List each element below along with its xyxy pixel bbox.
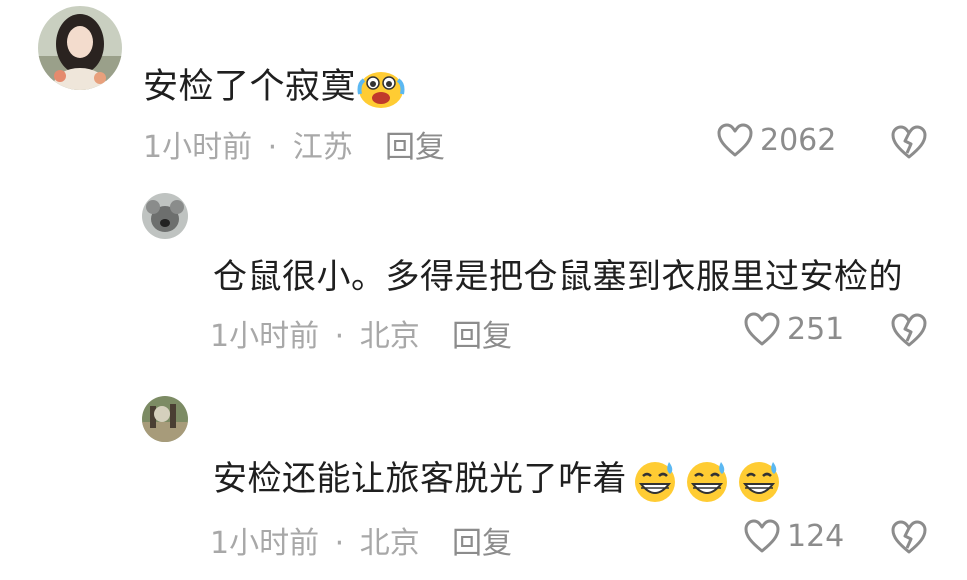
comment-time: 1小时前 [210, 319, 320, 354]
avatar-user-2[interactable] [142, 193, 188, 239]
like-button[interactable]: 124 [743, 518, 844, 554]
meta-separator: · [334, 319, 345, 354]
reply-button[interactable]: 回复 [452, 311, 512, 355]
comment-location: 北京 [359, 526, 420, 561]
comment-text-content: 安检了个寂寞 [143, 67, 357, 107]
reply-button[interactable]: 回复 [452, 518, 512, 562]
like-count: 124 [787, 518, 845, 554]
heart-icon [716, 122, 754, 158]
sweat-grin-emoji-icon [629, 458, 681, 504]
broken-heart-icon [890, 520, 928, 559]
comment-time: 1小时前 [143, 130, 253, 165]
sweat-grin-emoji-icon [733, 458, 785, 504]
dislike-button[interactable] [890, 519, 928, 559]
like-count: 251 [787, 311, 845, 347]
broken-heart-icon [890, 313, 928, 352]
dislike-button[interactable] [890, 124, 928, 164]
comment-location: 江苏 [292, 130, 353, 165]
like-count: 2062 [760, 122, 837, 158]
meta-separator: · [267, 130, 278, 165]
sweat-grin-emoji-icon [681, 458, 733, 504]
comment-meta: 1小时前 · 江苏 [143, 122, 353, 166]
like-button[interactable]: 2062 [716, 122, 836, 158]
heart-icon [743, 518, 781, 554]
comment-text-content: 安检还能让旅客脱光了咋着 [213, 459, 627, 499]
heart-icon [743, 311, 781, 347]
dislike-button[interactable] [890, 312, 928, 352]
comment-location: 北京 [359, 319, 420, 354]
comment-meta: 1小时前 · 北京 [210, 311, 420, 355]
like-button[interactable]: 251 [743, 311, 844, 347]
crying-laughing-emoji-icon [356, 66, 406, 110]
comment-text: 安检了个寂寞 [143, 58, 406, 110]
avatar-user-1[interactable] [38, 6, 122, 90]
broken-heart-icon [890, 125, 928, 164]
reply-button[interactable]: 回复 [385, 122, 445, 166]
comment-time: 1小时前 [210, 526, 320, 561]
comment-text: 安检还能让旅客脱光了咋着 [213, 451, 785, 504]
comment-meta: 1小时前 · 北京 [210, 518, 420, 562]
meta-separator: · [334, 526, 345, 561]
comment-text: 仓鼠很小。多得是把仓鼠塞到衣服里过安检的 [213, 257, 903, 297]
avatar-user-3[interactable] [142, 396, 188, 442]
